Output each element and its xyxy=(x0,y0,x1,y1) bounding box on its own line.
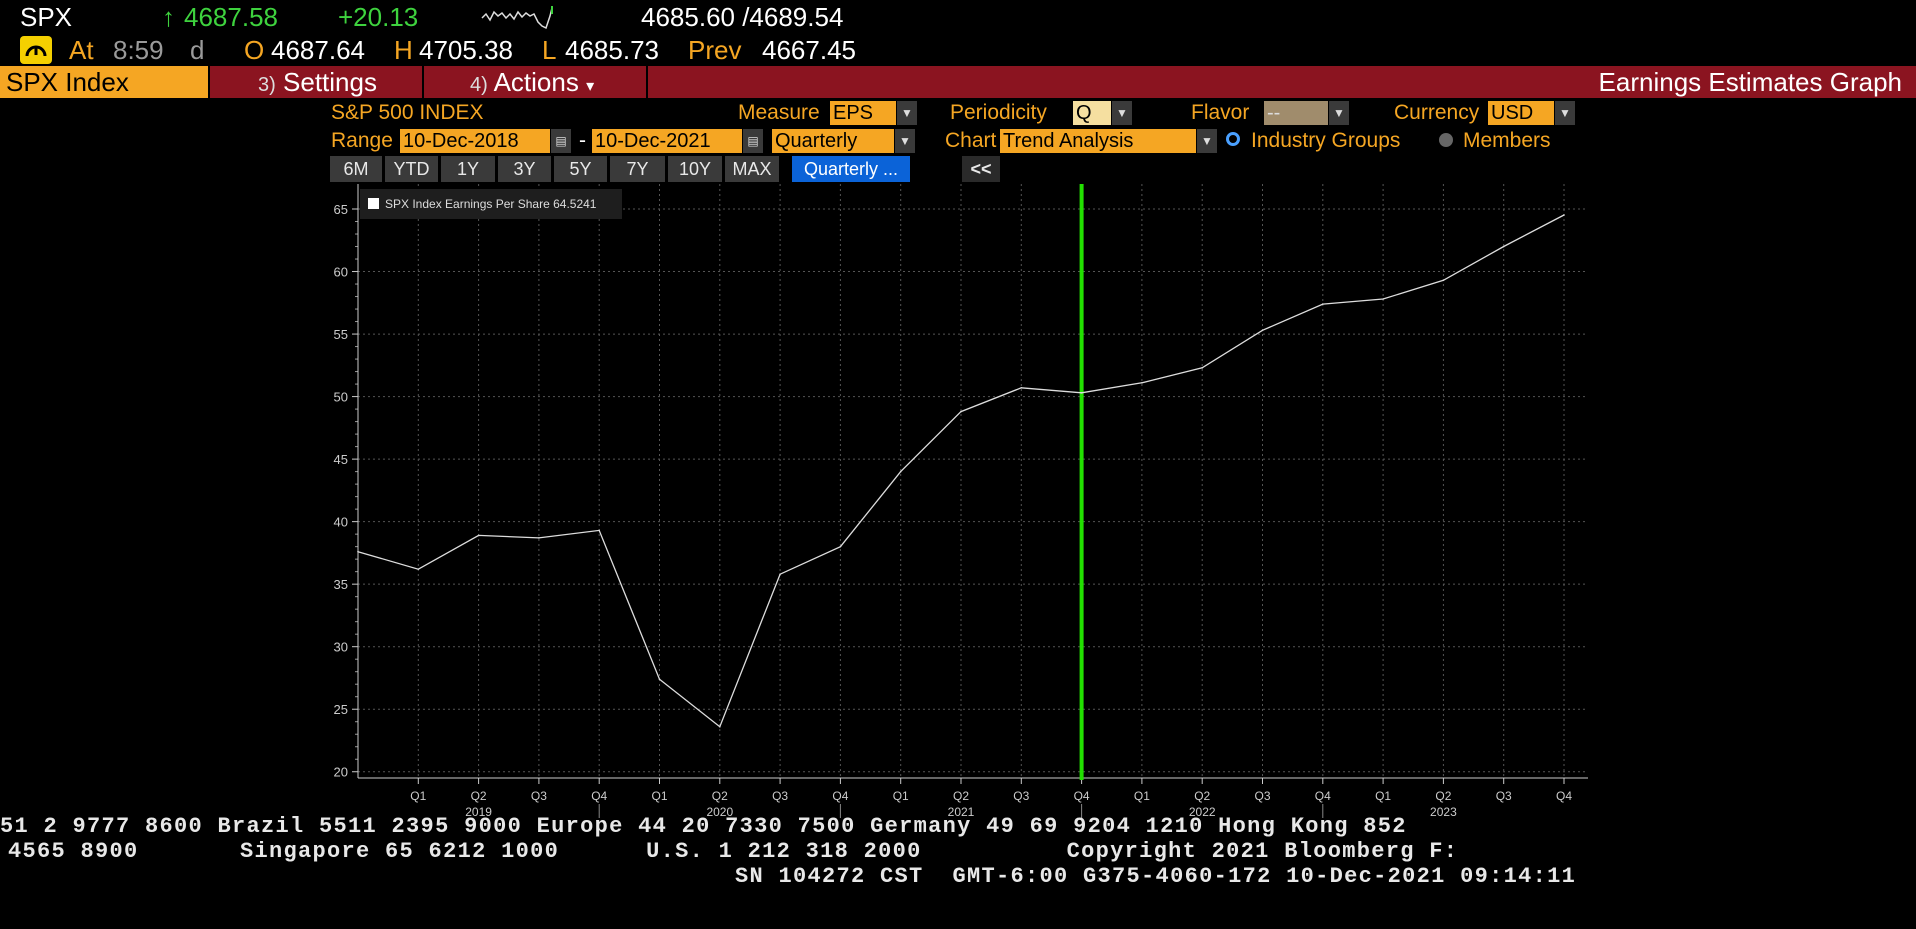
data-point xyxy=(658,678,661,681)
x-tick-label: Q4 xyxy=(591,789,607,803)
y-tick-label: 65 xyxy=(334,202,348,217)
footer-line-1: 51 2 9777 8600 Brazil 5511 2395 9000 Eur… xyxy=(0,814,1407,839)
x-year-label: 2023 xyxy=(1430,805,1457,819)
data-point xyxy=(598,529,600,532)
data-point xyxy=(1322,303,1324,305)
x-tick-label: Q3 xyxy=(1254,789,1270,803)
data-point xyxy=(1382,298,1384,300)
data-point xyxy=(1080,392,1083,394)
y-tick-label: 30 xyxy=(334,640,348,655)
data-point xyxy=(1141,382,1143,384)
y-tick-label: 50 xyxy=(334,390,348,405)
x-tick-label: Q1 xyxy=(1134,789,1150,803)
x-tick-label: Q4 xyxy=(1556,789,1572,803)
x-tick-label: Q2 xyxy=(1194,789,1210,803)
data-point xyxy=(1563,214,1565,216)
y-tick-label: 45 xyxy=(334,452,348,467)
x-tick-label: Q1 xyxy=(1375,789,1391,803)
x-tick-label: Q4 xyxy=(832,789,848,803)
y-tick-label: 20 xyxy=(334,765,348,780)
data-point xyxy=(538,537,540,539)
data-point xyxy=(1201,367,1203,369)
data-point xyxy=(357,550,359,553)
x-tick-label: Q2 xyxy=(471,789,487,803)
eps-chart: 20 25 30 35 40 45 50 55 60 65 Q1 Q2 Q3 Q4 Q1 Q2 Q3 Q4 Q1 Q2… xyxy=(334,184,1588,819)
x-tick-label: Q4 xyxy=(1074,789,1090,803)
data-point xyxy=(960,410,962,413)
footer-line-3: SN 104272 CST GMT-6:00 G375-4060-172 10-… xyxy=(735,864,1577,889)
legend-label: SPX Index Earnings Per Share 64.5241 xyxy=(385,197,597,211)
y-tick-label: 35 xyxy=(334,577,348,592)
data-point xyxy=(1261,329,1264,332)
x-tick-label: Q2 xyxy=(1435,789,1451,803)
data-point xyxy=(839,545,842,548)
data-point xyxy=(1020,387,1023,389)
data-point xyxy=(1502,245,1505,248)
y-tick-label: 55 xyxy=(334,327,348,342)
x-tick-label: Q3 xyxy=(1496,789,1512,803)
x-tick-label: Q3 xyxy=(772,789,788,803)
data-point xyxy=(477,534,480,537)
y-tick-label: 60 xyxy=(334,265,348,280)
data-point xyxy=(779,573,781,575)
y-tick-label: 40 xyxy=(334,515,348,530)
data-point xyxy=(1442,279,1445,282)
footer-line-2: 4565 8900 Singapore 65 6212 1000 U.S. 1 … xyxy=(8,839,1459,864)
legend-swatch xyxy=(368,198,379,209)
x-tick-label: Q1 xyxy=(893,789,909,803)
x-tick-label: Q4 xyxy=(1315,789,1331,803)
x-tick-label: Q1 xyxy=(410,789,426,803)
data-point xyxy=(899,470,902,473)
x-tick-label: Q1 xyxy=(651,789,667,803)
x-tick-label: Q2 xyxy=(953,789,969,803)
data-point xyxy=(417,568,420,570)
data-point xyxy=(719,725,721,728)
x-tick-label: Q3 xyxy=(531,789,547,803)
y-tick-label: 25 xyxy=(334,702,348,717)
x-tick-label: Q3 xyxy=(1013,789,1029,803)
x-tick-label: Q2 xyxy=(712,789,728,803)
